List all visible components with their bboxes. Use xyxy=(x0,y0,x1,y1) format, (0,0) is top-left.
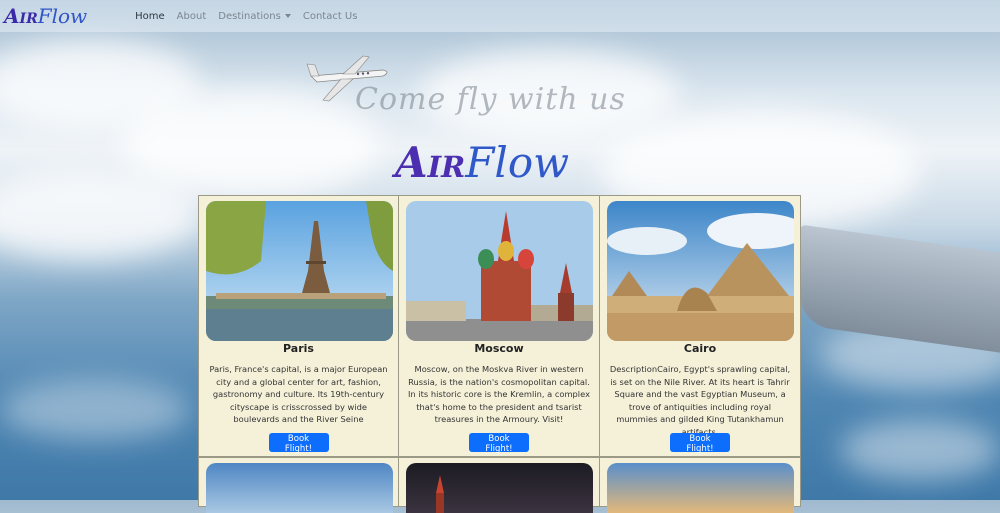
hero-logo-air: Air xyxy=(395,138,466,187)
nav-links: Home About Destinations Contact Us xyxy=(135,11,357,22)
card-moscow: Moscow Moscow, on the Moskva River in we… xyxy=(399,195,600,457)
hero-logo: AirFlow xyxy=(395,138,569,187)
destination-cards: Paris Paris, France's capital, is a majo… xyxy=(198,195,801,457)
card-title: Moscow xyxy=(474,342,524,355)
card-cairo: Cairo DescriptionCairo, Egypt's sprawlin… xyxy=(600,195,801,457)
nav-link-home[interactable]: Home xyxy=(135,11,165,22)
paris-photo xyxy=(206,201,393,341)
brand-logo[interactable]: AirFlow xyxy=(4,4,87,28)
card-title: Cairo xyxy=(683,342,717,355)
book-flight-button-cairo[interactable]: Book Flight! xyxy=(670,433,730,454)
nav-link-contact[interactable]: Contact Us xyxy=(303,11,358,22)
nav-dropdown-destinations[interactable]: Destinations xyxy=(218,11,291,22)
brand-air-text: Air xyxy=(4,4,38,28)
nav-dropdown-label: Destinations xyxy=(218,10,281,22)
destination-photo xyxy=(607,463,794,513)
nav-link-about[interactable]: About xyxy=(177,11,207,22)
cairo-photo xyxy=(607,201,794,341)
card-description: DescriptionCairo, Egypt's sprawling capi… xyxy=(609,364,791,437)
destination-photo xyxy=(406,463,593,513)
chevron-down-icon xyxy=(284,13,291,18)
hero-logo-flow: Flow xyxy=(465,138,570,187)
navbar: AirFlow Home About Destinations Contact … xyxy=(0,0,1000,32)
card-description: Paris, France's capital, is a major Euro… xyxy=(209,364,388,424)
airplane-wing-image xyxy=(800,224,1000,356)
card-title: Paris xyxy=(283,342,314,355)
destination-photo xyxy=(206,463,393,513)
card-description: Moscow, on the Moskva River in western R… xyxy=(407,364,590,424)
book-flight-button-moscow[interactable]: Book Flight! xyxy=(469,433,529,454)
book-flight-button-paris[interactable]: Book Flight! xyxy=(268,433,329,454)
hero-tagline: Come fly with us xyxy=(355,82,626,117)
moscow-photo xyxy=(406,201,593,341)
brand-flow-text: Flow xyxy=(37,4,88,28)
card-paris: Paris Paris, France's capital, is a majo… xyxy=(198,195,399,457)
